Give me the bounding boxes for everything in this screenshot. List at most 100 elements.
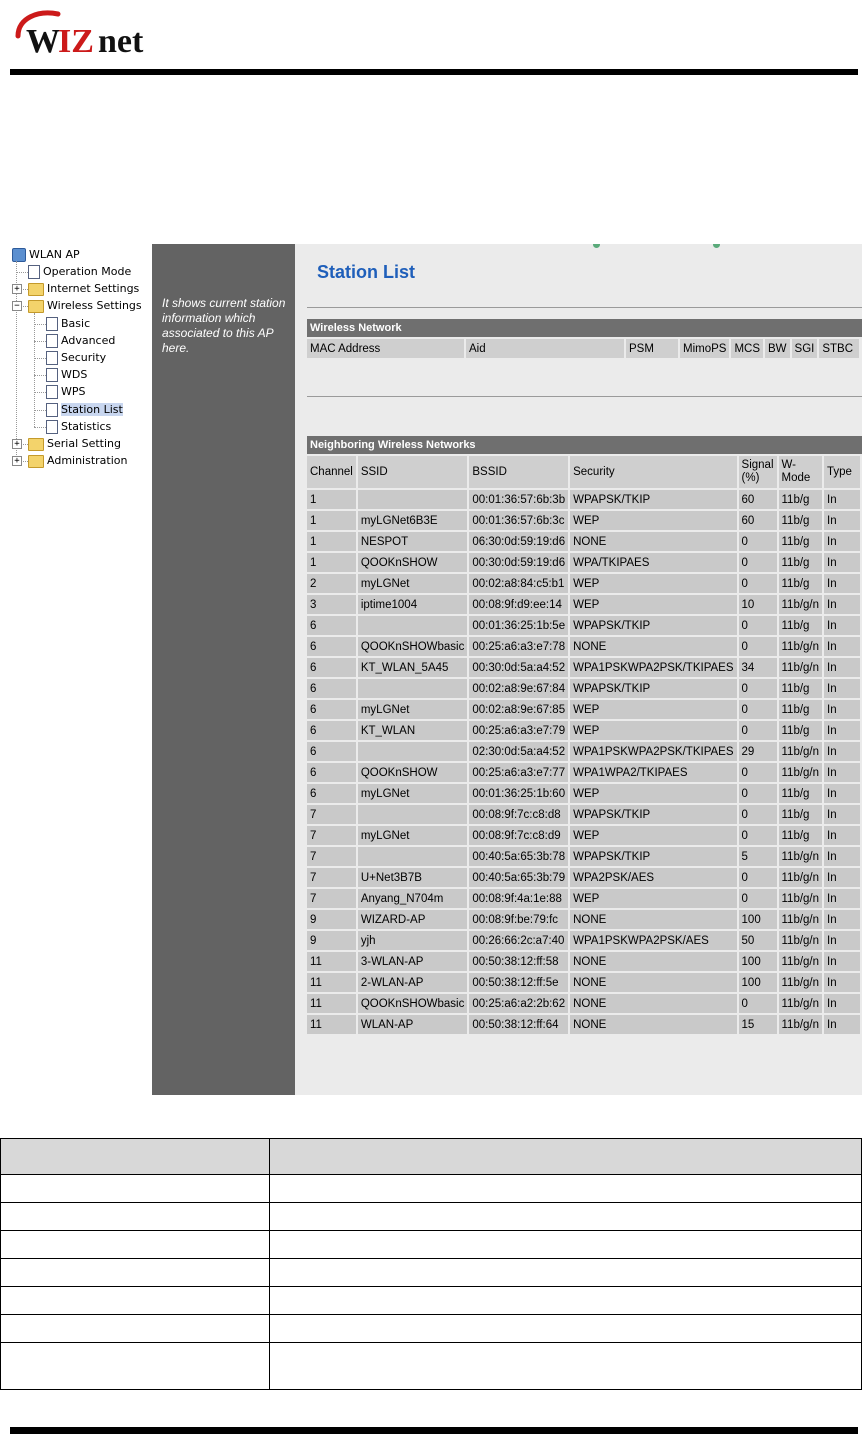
- tree-item-serial-setting[interactable]: Serial Setting: [28, 435, 121, 452]
- table-row: 11 2-WLAN-AP 00:50:38:12:ff:5e NONE 100 11b/g…: [307, 973, 860, 992]
- table-cell: 00:25:a6:a3:e7:79: [469, 721, 569, 740]
- table-cell: [357, 490, 468, 509]
- table-cell: WPA1WPA2/TKIPAES: [570, 763, 737, 782]
- table-cell: 9: [307, 931, 356, 950]
- table-cell: 06:30:0d:59:19:d6: [469, 532, 569, 551]
- tree-item-basic[interactable]: Basic: [46, 315, 90, 332]
- table-cell: 11b/g/n: [778, 910, 823, 929]
- tree-item-station-list[interactable]: Station List: [46, 401, 123, 418]
- expand-icon[interactable]: +: [12, 439, 22, 449]
- table-cell: 11b/g/n: [778, 847, 823, 866]
- divider: [307, 307, 862, 308]
- tree-item-internet-settings[interactable]: Internet Settings: [28, 280, 139, 297]
- tree-item-operation-mode[interactable]: Operation Mode: [28, 263, 131, 280]
- table-cell: 00:25:a6:a3:e7:77: [469, 763, 569, 782]
- table-cell: In: [824, 994, 860, 1013]
- tree-item-label: WDS: [61, 368, 88, 382]
- table-cell: In: [824, 784, 860, 803]
- footer-rule: [10, 1427, 858, 1434]
- table-cell: 00:26:66:2c:a7:40: [469, 931, 569, 950]
- table-cell: 11b/g: [778, 784, 823, 803]
- table-cell: QOOKnSHOW: [357, 763, 468, 782]
- table-cell: 15: [738, 1015, 777, 1034]
- table-cell: 11b/g/n: [778, 658, 823, 677]
- expand-icon[interactable]: +: [12, 456, 22, 467]
- wiznet-logo: W IZ net: [15, 10, 144, 60]
- folder-icon: [28, 299, 44, 313]
- table-row: 1 myLGNet6B3E 00:01:36:57:6b:3c WEP 60 11b/g I…: [307, 511, 860, 530]
- table-cell: WPA1PSKWPA2PSK/AES: [570, 931, 737, 950]
- table-cell: 9: [307, 910, 356, 929]
- table-cell: KT_WLAN: [357, 721, 468, 740]
- table-row: 7 Anyang_N704m 00:08:9f:4a:1e:88 WEP 0 11b/g/…: [307, 889, 860, 908]
- desc-cell: [269, 1174, 862, 1203]
- navigation-tree: WLAN AP Operation Mode + Internet Settings −…: [10, 244, 152, 1095]
- table-cell: 6: [307, 742, 356, 761]
- column-header: STBC: [819, 339, 860, 358]
- table-cell: 2-WLAN-AP: [357, 973, 468, 992]
- table-cell: 0: [738, 637, 777, 656]
- table-cell: 0: [738, 616, 777, 635]
- tree-item-label: Serial Setting: [47, 437, 122, 450]
- table-cell: 00:50:38:12:ff:64: [469, 1015, 569, 1034]
- table-cell: WPA2PSK/AES: [570, 868, 737, 887]
- table-cell: 1: [307, 532, 356, 551]
- neighbors-table: Channel SSID BSSID Security Signal (%) W-Mode…: [305, 454, 862, 1036]
- table-cell: WPA1PSKWPA2PSK/TKIPAES: [570, 742, 737, 761]
- tree-item-label: Administration: [47, 454, 128, 468]
- table-cell: [357, 805, 468, 824]
- desc-cell: [0, 1314, 270, 1343]
- desc-cell: [0, 1230, 270, 1259]
- desc-cell: [0, 1342, 270, 1390]
- table-cell: 11b/g: [778, 721, 823, 740]
- tree-item-wds[interactable]: WDS: [46, 366, 87, 383]
- table-cell: NONE: [570, 973, 737, 992]
- tree-item-label: Statistics: [61, 419, 112, 433]
- table-row: 6 KT_WLAN 00:25:a6:a3:e7:79 WEP 0 11b/g In: [307, 721, 860, 740]
- table-cell: 5: [738, 847, 777, 866]
- tree-item-wps[interactable]: WPS: [46, 383, 86, 400]
- table-cell: 11b/g: [778, 532, 823, 551]
- table-cell: 11b/g: [778, 490, 823, 509]
- table-cell: NONE: [570, 637, 737, 656]
- page-icon: [46, 333, 58, 348]
- tree-item-administration[interactable]: Administration: [28, 452, 128, 469]
- table-cell: 6: [307, 700, 356, 719]
- table-cell: NONE: [570, 952, 737, 971]
- tree-root-label: WLAN AP: [29, 248, 80, 261]
- table-row: 6 00:02:a8:9e:67:84 WPAPSK/TKIP 0 11b/g In: [307, 679, 860, 698]
- table-row: 7 U+Net3B7B 00:40:5a:65:3b:79 WPA2PSK/AES 0 1…: [307, 868, 860, 887]
- column-header: MAC Address: [307, 339, 464, 358]
- table-cell: 00:01:36:57:6b:3c: [469, 511, 569, 530]
- table-cell: myLGNet: [357, 574, 468, 593]
- table-row: 6 QOOKnSHOWbasic 00:25:a6:a3:e7:78 NONE 0 11b…: [307, 637, 860, 656]
- table-cell: 11b/g: [778, 805, 823, 824]
- table-cell: 00:08:9f:d9:ee:14: [469, 595, 569, 614]
- table-cell: 10: [738, 595, 777, 614]
- tree-item-label: WPS: [61, 385, 86, 399]
- header-rule: [10, 69, 858, 75]
- table-cell: WPAPSK/TKIP: [570, 805, 737, 824]
- page-title: Station List: [317, 262, 415, 282]
- desc-cell: [0, 1258, 270, 1287]
- tree-root[interactable]: WLAN AP: [12, 246, 80, 263]
- column-header: SSID: [357, 456, 468, 488]
- expand-icon[interactable]: +: [12, 284, 22, 295]
- tree-item-advanced[interactable]: Advanced: [46, 332, 115, 349]
- tree-item-wireless-settings[interactable]: Wireless Settings: [28, 297, 142, 314]
- table-cell: WEP: [570, 889, 737, 908]
- desc-cell: [0, 1174, 270, 1203]
- tree-item-security[interactable]: Security: [46, 349, 106, 366]
- tree-item-statistics[interactable]: Statistics: [46, 418, 111, 435]
- wireless-network-table: MAC Address Aid PSM MimoPS MCS BW SGI STBC: [305, 337, 861, 360]
- desc-cell: [269, 1314, 862, 1343]
- collapse-icon[interactable]: −: [12, 301, 22, 312]
- table-cell: 100: [738, 973, 777, 992]
- table-cell: 60: [738, 490, 777, 509]
- table-cell: myLGNet: [357, 826, 468, 845]
- help-panel: It shows current station information whi…: [152, 244, 295, 1095]
- table-row: 7 00:08:9f:7c:c8:d8 WPAPSK/TKIP 0 11b/g In: [307, 805, 860, 824]
- tree-guide: [34, 358, 46, 359]
- table-cell: 7: [307, 868, 356, 887]
- table-cell: 11: [307, 1015, 356, 1034]
